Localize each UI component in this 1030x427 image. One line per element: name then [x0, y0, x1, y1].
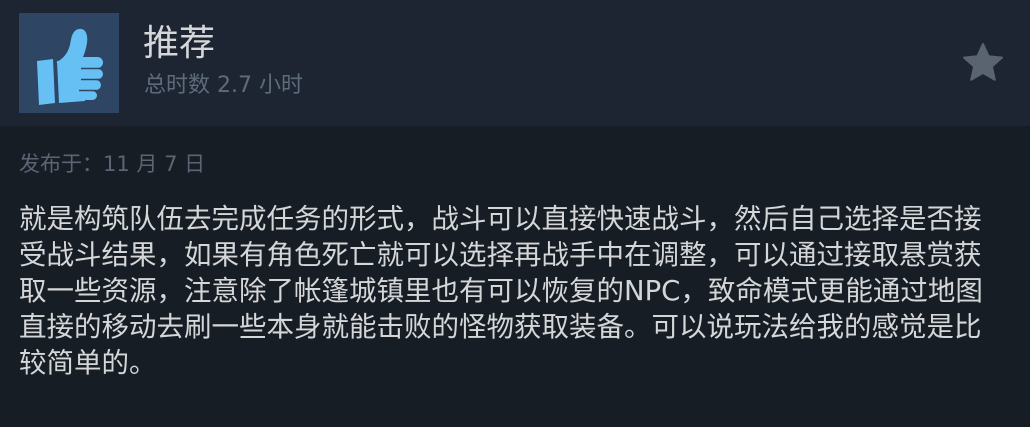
star-icon: [963, 43, 1003, 81]
posted-date: 发布于：11 月 7 日: [19, 152, 206, 176]
verdict-icon-box[interactable]: [19, 13, 119, 113]
review-verdict-title: 推荐: [143, 23, 216, 64]
review-body: 就是构筑队伍去完成任务的形式，战斗可以直接快速战斗，然后自己选择是否接受战斗结果…: [19, 203, 983, 379]
review-card: 推荐 总时数 2.7 小时 发布于：11 月 7 日 就是构筑队伍去完成任务的形…: [0, 0, 1030, 427]
hours-played: 总时数 2.7 小时: [144, 73, 303, 98]
review-header: 推荐 总时数 2.7 小时: [0, 0, 1030, 126]
thumbs-up-icon: [37, 28, 103, 105]
award-button[interactable]: [960, 40, 1006, 86]
